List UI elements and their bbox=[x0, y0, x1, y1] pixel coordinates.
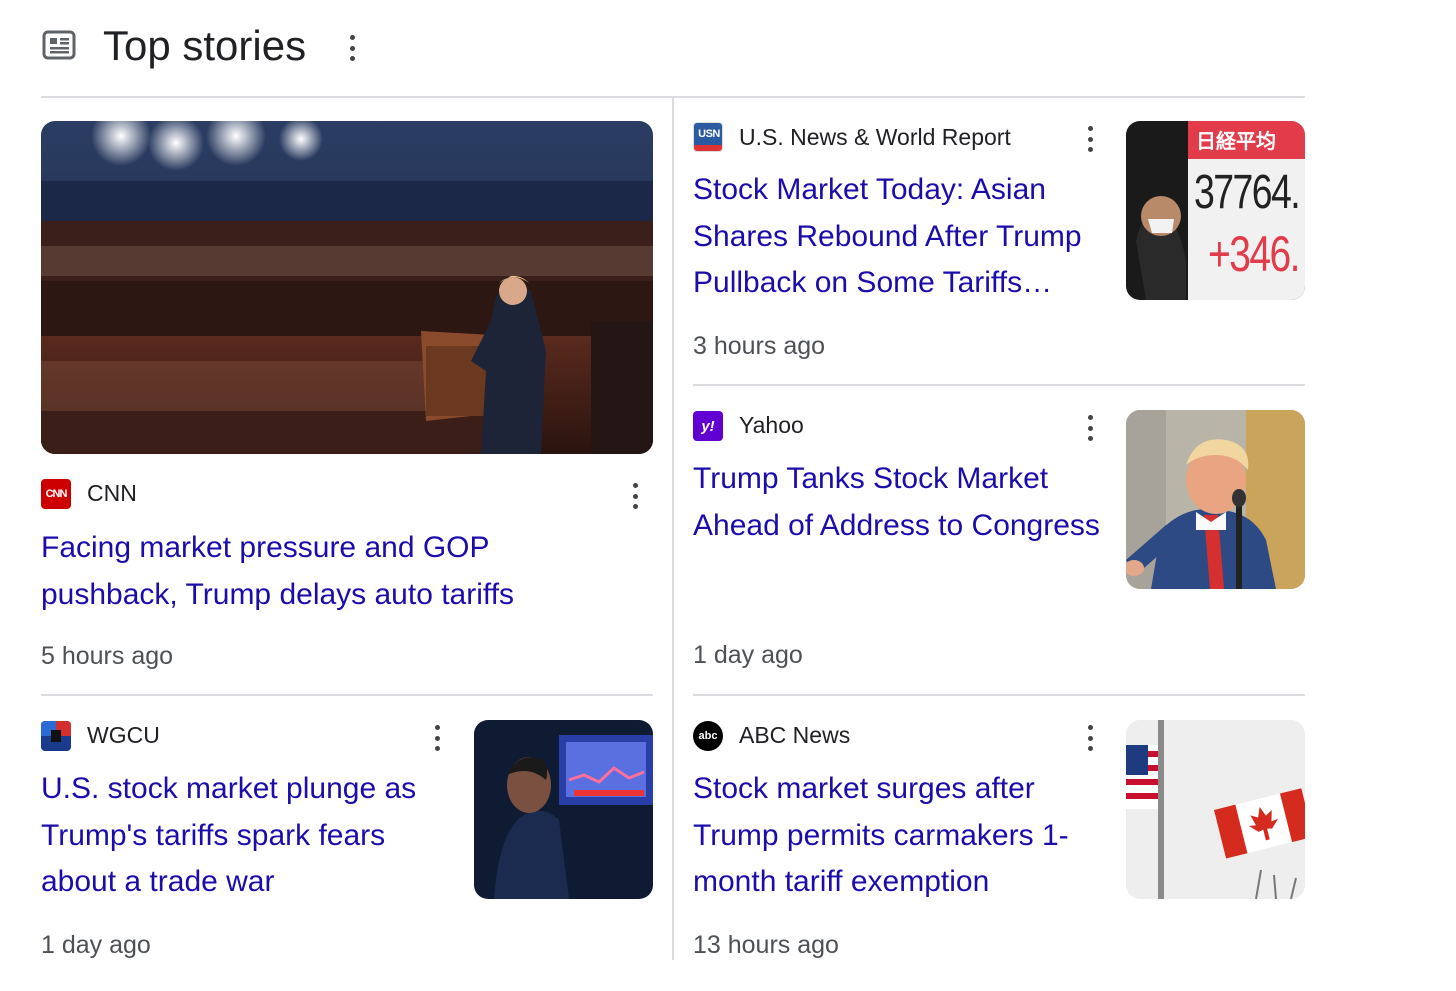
section-more-icon[interactable] bbox=[345, 33, 359, 63]
source-name: Yahoo bbox=[739, 412, 804, 438]
abc-logo: abc bbox=[693, 721, 723, 751]
source-name: U.S. News & World Report bbox=[739, 124, 1011, 150]
section-title: Top stories bbox=[103, 22, 307, 69]
story-more-icon[interactable] bbox=[1083, 413, 1097, 443]
story-card-cnn[interactable]: CNN CNN Facing market pressure and GOP p… bbox=[41, 121, 653, 681]
story-more-icon[interactable] bbox=[430, 723, 444, 753]
story-headline[interactable]: Stock Market Today: Asian Shares Rebound… bbox=[693, 167, 1105, 307]
story-more-icon[interactable] bbox=[628, 481, 642, 511]
story-image[interactable]: 日経平均 37764. +346. bbox=[1126, 121, 1305, 300]
story-headline[interactable]: Facing market pressure and GOP pushback,… bbox=[41, 525, 581, 618]
usnews-logo: USN bbox=[693, 122, 723, 152]
story-headline[interactable]: Trump Tanks Stock Market Ahead of Addres… bbox=[693, 456, 1105, 549]
right-story-divider-2 bbox=[693, 694, 1305, 696]
story-headline[interactable]: Stock market surges after Trump permits … bbox=[693, 766, 1105, 906]
story-image[interactable] bbox=[474, 720, 653, 899]
newspaper-icon bbox=[42, 30, 76, 60]
story-image[interactable] bbox=[1126, 720, 1305, 899]
right-story-divider-1 bbox=[693, 384, 1305, 386]
cnn-logo: CNN bbox=[41, 479, 71, 509]
story-image[interactable] bbox=[1126, 410, 1305, 589]
story-more-icon[interactable] bbox=[1083, 124, 1097, 154]
column-divider bbox=[672, 98, 674, 960]
story-more-icon[interactable] bbox=[1083, 723, 1097, 753]
story-time: 5 hours ago bbox=[41, 642, 174, 670]
nikkei-change: +346. bbox=[1208, 226, 1300, 282]
story-headline[interactable]: U.S. stock market plunge as Trump's tari… bbox=[41, 766, 453, 906]
story-card-abc[interactable]: abc ABC News Stock market surges after T… bbox=[693, 720, 1305, 980]
nikkei-label: 日経平均 bbox=[1196, 129, 1276, 153]
left-story-divider bbox=[41, 694, 653, 696]
nikkei-value: 37764. bbox=[1194, 166, 1301, 219]
wgcu-logo bbox=[41, 721, 71, 751]
yahoo-logo: y! bbox=[693, 411, 723, 441]
story-card-wgcu[interactable]: WGCU U.S. stock market plunge as Trump's… bbox=[41, 720, 653, 980]
story-time: 3 hours ago bbox=[693, 332, 826, 360]
source-name: CNN bbox=[87, 480, 137, 506]
story-image[interactable] bbox=[41, 121, 653, 454]
story-time: 1 day ago bbox=[693, 641, 803, 669]
story-card-usnews[interactable]: USN U.S. News & World Report Stock Marke… bbox=[693, 121, 1305, 371]
source-name: ABC News bbox=[739, 722, 851, 748]
source-name: WGCU bbox=[87, 722, 160, 748]
story-card-yahoo[interactable]: y! Yahoo Trump Tanks Stock Market Ahead … bbox=[693, 410, 1305, 680]
story-time: 1 day ago bbox=[41, 931, 151, 959]
story-time: 13 hours ago bbox=[693, 931, 839, 959]
